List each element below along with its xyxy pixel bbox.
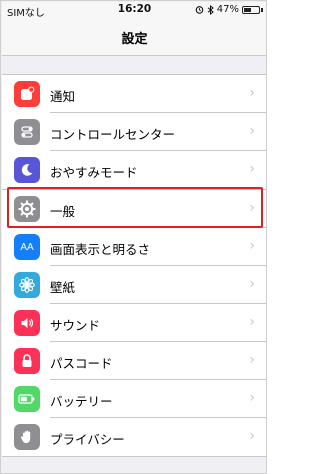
alarm-icon bbox=[195, 6, 204, 14]
settings-row-label: 壁紙 bbox=[50, 280, 76, 295]
settings-row-control-center[interactable]: コントロールセンター › bbox=[2, 113, 266, 151]
status-right: 47% bbox=[195, 4, 263, 15]
settings-row-wallpaper[interactable]: 壁紙 › bbox=[2, 266, 266, 304]
settings-row-label: サウンド bbox=[50, 318, 101, 333]
battery-indicator-icon bbox=[242, 5, 260, 14]
chevron-right-icon: › bbox=[249, 314, 255, 330]
nav-bar: 設定 bbox=[2, 18, 266, 56]
moon-icon bbox=[14, 157, 40, 183]
chevron-right-icon: › bbox=[249, 276, 255, 292]
chevron-right-icon: › bbox=[249, 352, 255, 368]
hand-icon bbox=[14, 424, 40, 450]
settings-row-privacy[interactable]: プライバシー › bbox=[2, 418, 266, 456]
bluetooth-icon bbox=[207, 4, 214, 15]
settings-row-notifications[interactable]: 通知 › bbox=[2, 75, 266, 113]
settings-row-label: コントロールセンター bbox=[50, 127, 176, 142]
settings-row-label: 一般 bbox=[50, 204, 76, 219]
display-aa-glyph: AA bbox=[20, 241, 34, 253]
speaker-icon bbox=[14, 310, 40, 336]
display-brightness-icon: AA bbox=[14, 234, 40, 260]
settings-row-label: 画面表示と明るさ bbox=[50, 242, 151, 257]
settings-group-1: 通知 › コントロールセンター › おやすみモード › bbox=[2, 74, 266, 190]
settings-row-do-not-disturb[interactable]: おやすみモード › bbox=[2, 151, 266, 189]
status-bar: SIMなし 16:20 47% bbox=[2, 2, 266, 19]
gear-icon bbox=[14, 196, 40, 222]
control-center-icon bbox=[14, 119, 40, 145]
chevron-right-icon: › bbox=[249, 85, 255, 101]
battery-percent: 47% bbox=[216, 4, 239, 15]
chevron-right-icon: › bbox=[249, 200, 255, 216]
settings-row-sounds[interactable]: サウンド › bbox=[2, 304, 266, 342]
lock-icon bbox=[14, 348, 40, 374]
settings-row-label: プライバシー bbox=[50, 432, 125, 447]
settings-group-2: 一般 › AA 画面表示と明るさ › 壁紙 › サウンド › パスコード › バ… bbox=[2, 189, 266, 457]
settings-row-label: 通知 bbox=[50, 89, 76, 104]
settings-row-label: パスコード bbox=[50, 356, 113, 371]
battery-icon bbox=[14, 386, 40, 412]
battery-fill bbox=[244, 7, 251, 12]
chevron-right-icon: › bbox=[249, 238, 255, 254]
chevron-right-icon: › bbox=[249, 161, 255, 177]
settings-row-label: おやすみモード bbox=[50, 165, 138, 180]
settings-row-label: バッテリー bbox=[50, 394, 113, 409]
settings-row-general[interactable]: 一般 › bbox=[2, 190, 266, 228]
settings-row-passcode[interactable]: パスコード › bbox=[2, 342, 266, 380]
settings-row-display-brightness[interactable]: AA 画面表示と明るさ › bbox=[2, 228, 266, 266]
settings-screen: SIMなし 16:20 47% 設定 通知 › コントロールセンター › おやす… bbox=[0, 0, 267, 474]
wallpaper-icon bbox=[14, 272, 40, 298]
battery-cap bbox=[261, 7, 263, 12]
page-title: 設定 bbox=[121, 32, 148, 47]
notification-icon bbox=[14, 81, 40, 107]
settings-row-battery[interactable]: バッテリー › bbox=[2, 380, 266, 418]
chevron-right-icon: › bbox=[249, 390, 255, 406]
chevron-right-icon: › bbox=[249, 428, 255, 444]
chevron-right-icon: › bbox=[249, 123, 255, 139]
